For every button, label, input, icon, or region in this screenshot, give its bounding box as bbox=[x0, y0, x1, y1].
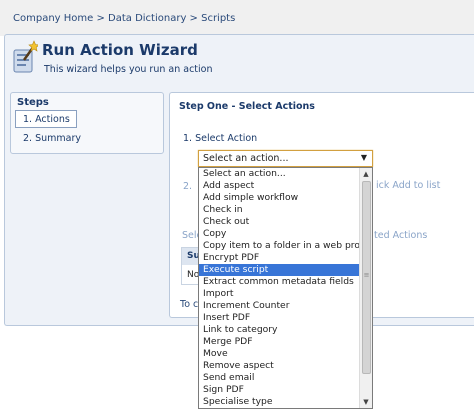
action-dropdown-list[interactable]: Select an action... Add aspect Add simple … bbox=[198, 167, 373, 409]
step-two-label: 2. bbox=[183, 181, 193, 192]
dropdown-option[interactable]: Import bbox=[199, 288, 360, 300]
page-title: Run Action Wizard bbox=[42, 41, 198, 59]
dropdown-option[interactable]: Remove aspect bbox=[199, 360, 360, 372]
dropdown-option[interactable]: Sign PDF bbox=[199, 384, 360, 396]
step-label: 1. Actions bbox=[23, 114, 70, 125]
step-title: Step One - Select Actions bbox=[179, 101, 315, 112]
dropdown-option[interactable]: Select an action... bbox=[199, 168, 360, 180]
dropdown-option[interactable]: Copy bbox=[199, 228, 360, 240]
steps-heading: Steps bbox=[17, 97, 49, 108]
dropdown-options: Select an action... Add aspect Add simple … bbox=[199, 168, 372, 408]
scroll-down-arrow-icon[interactable]: ▼ bbox=[360, 396, 372, 408]
step-item-actions[interactable]: 1. Actions bbox=[15, 110, 77, 128]
wizard-wand-icon bbox=[13, 40, 38, 73]
dropdown-option[interactable]: Specialise type bbox=[199, 396, 360, 408]
scroll-grip-icon: ≡ bbox=[363, 271, 370, 279]
dropdown-option[interactable]: Move bbox=[199, 348, 360, 360]
continue-instruction: To c bbox=[180, 299, 199, 310]
step-item-summary[interactable]: 2. Summary bbox=[23, 133, 81, 144]
breadcrumb[interactable]: Company Home > Data Dictionary > Scripts bbox=[13, 13, 235, 24]
dropdown-option[interactable]: Add simple workflow bbox=[199, 192, 360, 204]
action-select-value: Select an action... bbox=[203, 153, 289, 164]
breadcrumb-bar: Company Home > Data Dictionary > Scripts bbox=[0, 0, 474, 36]
scroll-up-arrow-icon[interactable]: ▲ bbox=[360, 168, 372, 180]
dropdown-option[interactable]: Link to category bbox=[199, 324, 360, 336]
add-to-list-hint: ick Add to list bbox=[376, 180, 441, 191]
dropdown-option[interactable]: Extract common metadata fields bbox=[199, 276, 360, 288]
dropdown-option[interactable]: Send email bbox=[199, 372, 360, 384]
select-action-label: 1. Select Action bbox=[183, 133, 258, 144]
dropdown-option[interactable]: Encrypt PDF bbox=[199, 252, 360, 264]
dropdown-scrollbar[interactable]: ▲ ≡ ▼ bbox=[359, 168, 372, 408]
dropdown-option[interactable]: Increment Counter bbox=[199, 300, 360, 312]
scroll-thumb[interactable]: ≡ bbox=[362, 181, 371, 374]
wizard-description: This wizard helps you run an action bbox=[44, 64, 213, 75]
dropdown-option[interactable]: Insert PDF bbox=[199, 312, 360, 324]
dropdown-arrow-icon[interactable]: ▼ bbox=[361, 153, 367, 162]
dropdown-option[interactable]: Check out bbox=[199, 216, 360, 228]
dropdown-option[interactable]: Merge PDF bbox=[199, 336, 360, 348]
dropdown-option[interactable]: Execute script bbox=[199, 264, 360, 276]
action-select[interactable]: Select an action... ▼ bbox=[198, 150, 373, 167]
dropdown-option[interactable]: Copy item to a folder in a web project bbox=[199, 240, 372, 252]
selected-actions-label-tail: ted Actions bbox=[374, 230, 428, 241]
dropdown-option[interactable]: Add aspect bbox=[199, 180, 360, 192]
dropdown-option[interactable]: Check in bbox=[199, 204, 360, 216]
